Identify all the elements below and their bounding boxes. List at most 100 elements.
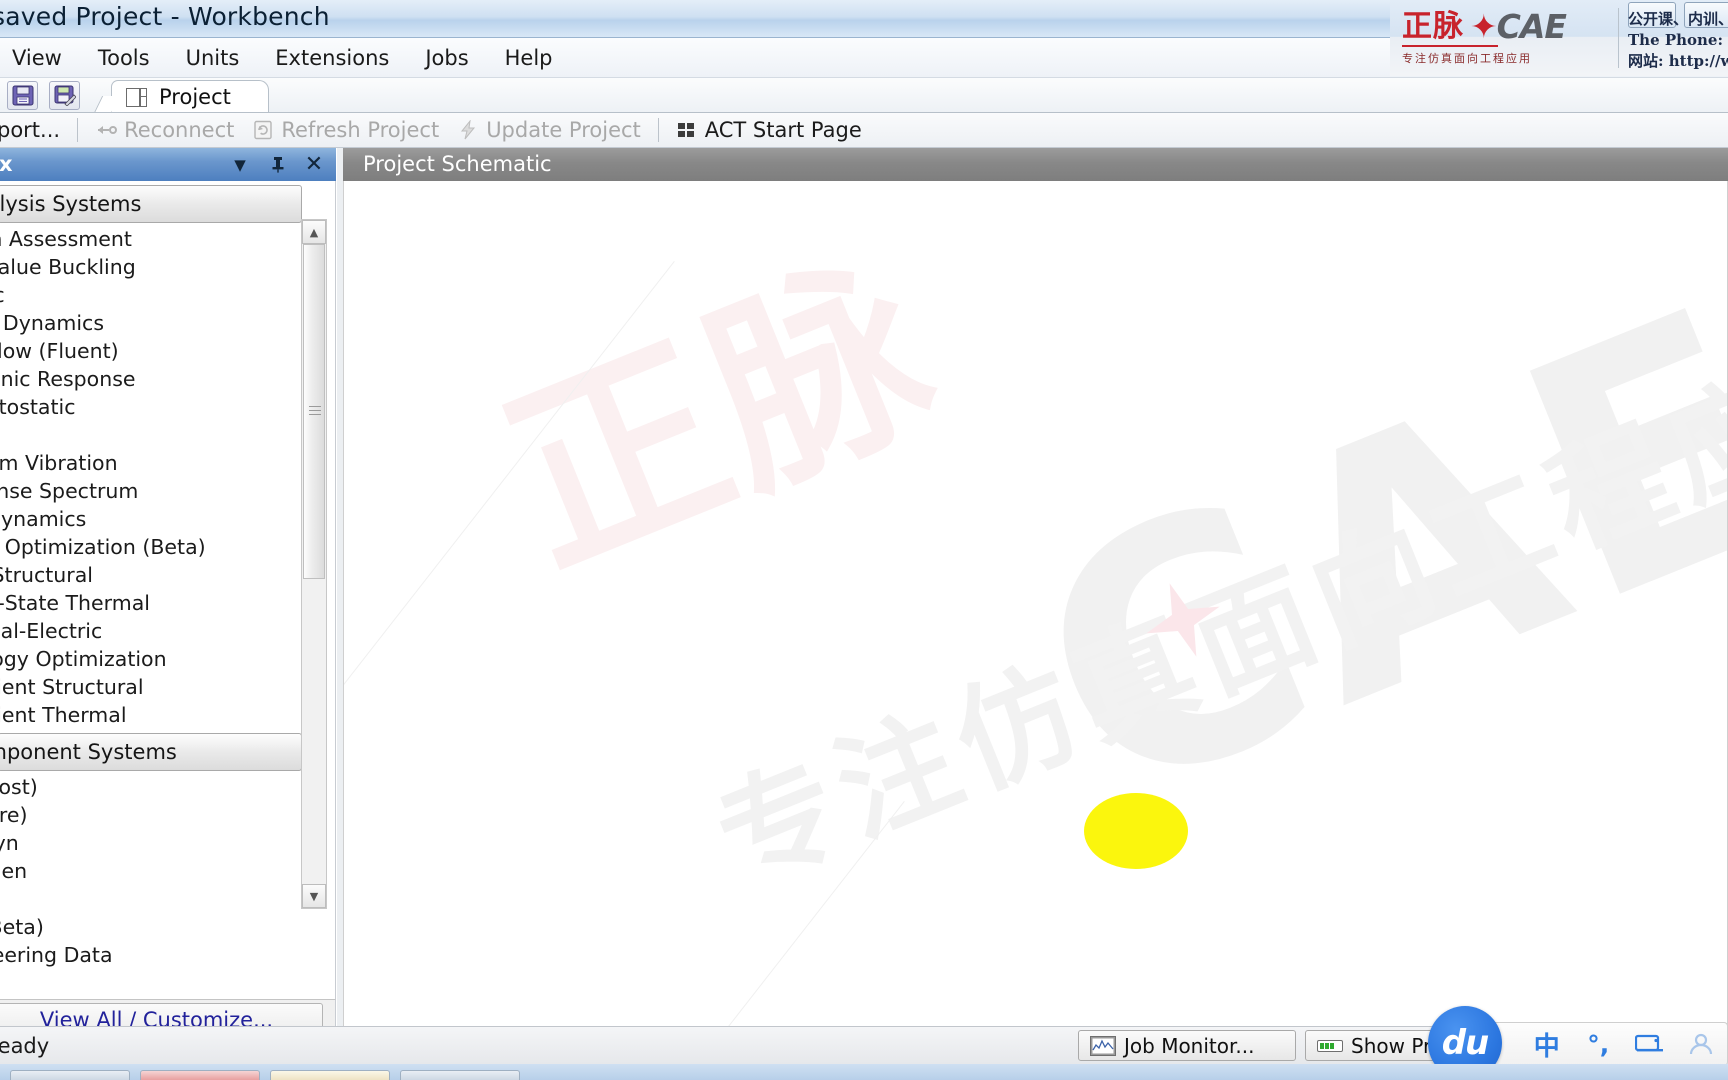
menu-extensions[interactable]: Extensions [257, 43, 407, 73]
menu-jobs[interactable]: Jobs [407, 43, 486, 73]
toolbox-item[interactable]: gnetostatic [0, 393, 300, 421]
toolbox-group-label: Component Systems [0, 740, 177, 764]
toolbox-item[interactable]: gineering Data [0, 941, 300, 969]
scrollbar-thumb[interactable] [303, 244, 325, 579]
toolbox-item-label: id Dynamics [0, 507, 87, 531]
toolbox-item[interactable]: tic Structural [0, 561, 300, 589]
ansys-workbench-window: saved Project - Workbench View Tools Uni… [0, 0, 1728, 1080]
user-icon [1690, 1033, 1713, 1055]
toolbox-item[interactable]: sign Assessment [0, 225, 300, 253]
toolbox-item[interactable]: id Flow (Fluent) [0, 337, 300, 365]
taskbar-item-2[interactable] [140, 1070, 260, 1080]
job-monitor-button[interactable]: Job Monitor... [1078, 1030, 1296, 1061]
contact-line-3: 网站: http://www. [1628, 52, 1728, 70]
refresh-icon [254, 120, 273, 140]
toolbar-act-start-page-button[interactable]: ACT Start Page [667, 115, 871, 146]
ime-user-button[interactable] [1676, 1024, 1727, 1064]
toolbar-reconnect-button[interactable]: Reconnect [86, 115, 243, 146]
toolbox-item[interactable]: pology Optimization [0, 645, 300, 673]
toolbox-item[interactable]: ansient Thermal [0, 701, 300, 729]
menu-help[interactable]: Help [487, 43, 571, 73]
toolbox-item[interactable]: dal [0, 421, 300, 449]
toolbar-update-project-button[interactable]: Update Project [448, 115, 650, 146]
lightning-icon [461, 120, 476, 140]
toolbox-item-label: pology Optimization [0, 647, 167, 671]
toolbox-item-label: P (Post) [0, 775, 38, 799]
save-button[interactable] [7, 81, 38, 110]
toolbox-item[interactable]: id Dynamics [0, 505, 300, 533]
toolbox-item[interactable]: ansient Structural [0, 673, 300, 701]
taskbar-item-3[interactable] [270, 1070, 390, 1080]
toolbox-item[interactable]: ermal-Electric [0, 617, 300, 645]
toolbox-panel: Toolbox ▼ ✕ Analysis Systems sign Assessm… [0, 148, 336, 1038]
scrollbar-grip [309, 405, 321, 418]
toolbox-item-label: gineering Data [0, 943, 113, 967]
toolbox-item[interactable]: P (Post) [0, 773, 300, 801]
toolbar-separator [77, 118, 79, 142]
project-schematic-panel: Project Schematic 正脉 CAE 专注仿真面向工程应用 [337, 148, 1728, 1038]
toolbox-item-label: sign Assessment [0, 227, 132, 251]
toolbox-item[interactable]: todyn [0, 829, 300, 857]
save-as-icon [54, 85, 76, 106]
ime-punctuation-button[interactable]: °, [1573, 1024, 1624, 1064]
save-floppy-icon [12, 85, 33, 106]
window-title: saved Project - Workbench [0, 2, 330, 31]
toolbox-scrollbar[interactable]: ▲ ▼ [301, 219, 327, 909]
chevron-down-icon[interactable]: ▼ [228, 153, 252, 176]
ime-soft-keyboard-button[interactable] [1624, 1024, 1675, 1064]
toolbox-title-bar: Toolbox ▼ ✕ [0, 148, 336, 181]
pin-icon[interactable] [266, 153, 290, 176]
toolbox-item[interactable]: ctric [0, 281, 300, 309]
schematic-canvas[interactable]: 正脉 CAE 专注仿真面向工程应用 [343, 181, 1728, 1038]
brand-tagline: 专注仿真面向工程应用 [1402, 52, 1532, 65]
toolbox-item[interactable]: rmonic Response [0, 365, 300, 393]
toolbox-item[interactable]: ady-State Thermal [0, 589, 300, 617]
tab-project[interactable]: Project [111, 80, 269, 113]
toolbar-refresh-project-button[interactable]: Refresh Project [243, 115, 448, 146]
contact-line-2: The Phone: 010- [1628, 31, 1728, 49]
toolbox-item[interactable]: sponse Spectrum [0, 477, 300, 505]
reconnect-icon [98, 126, 118, 134]
toolbox-item[interactable]: ndom Vibration [0, 449, 300, 477]
tab-strip: Project [0, 78, 1728, 113]
menu-units[interactable]: Units [168, 43, 258, 73]
tab-project-label: Project [159, 85, 231, 109]
toolbox-item[interactable]: ape Optimization (Beta) [0, 533, 300, 561]
schematic-title-label: Project Schematic [363, 152, 552, 176]
toolbox-item-label: X (Beta) [0, 915, 44, 939]
toolbox-group-header[interactable]: Component Systems [0, 733, 302, 771]
menu-view[interactable]: View [0, 43, 80, 73]
toolbox-item-label: sponse Spectrum [0, 479, 139, 503]
toolbox-item-label: licit Dynamics [0, 311, 105, 335]
scroll-up-arrow-icon[interactable]: ▲ [302, 220, 326, 244]
toolbox-item-label: ansient Structural [0, 675, 144, 699]
toolbox-item[interactable]: X (Beta) [0, 913, 300, 941]
toolbox-item-label: envalue Buckling [0, 255, 136, 279]
toolbox-item-label: ansient Thermal [0, 703, 127, 727]
taskbar-item-4[interactable] [400, 1070, 520, 1080]
ime-language-mode-button[interactable]: 中 [1521, 1024, 1572, 1064]
toolbox-item[interactable]: P (Pre) [0, 801, 300, 829]
save-as-button[interactable] [49, 81, 80, 110]
toolbox-item-label: ermal-Electric [0, 619, 103, 643]
scroll-down-arrow-icon[interactable]: ▼ [302, 884, 326, 908]
toolbox-item-label: todyn [0, 831, 19, 855]
schematic-title-bar: Project Schematic [343, 148, 1728, 181]
show-progress-label: Show Pr [1351, 1033, 1432, 1058]
close-icon[interactable]: ✕ [302, 153, 326, 176]
watermark-brand-cn: 正脉 [475, 220, 969, 610]
menu-tools[interactable]: Tools [80, 43, 168, 73]
toolbox-item-label: ndom Vibration [0, 451, 118, 475]
toolbox-item[interactable]: X [0, 885, 300, 913]
toolbar-import-button[interactable]: port... [0, 115, 69, 146]
toolbox-item[interactable]: envalue Buckling [0, 253, 300, 281]
progress-bar-icon [1317, 1039, 1343, 1052]
job-monitor-icon [1090, 1035, 1116, 1056]
toolbox-item[interactable]: licit Dynamics [0, 309, 300, 337]
brand-overlay: 正脉 ✦CAE 专注仿真面向工程应用 公开课、内训、项目合作 The Phone… [1390, 0, 1728, 76]
toolbox-item[interactable]: deGen [0, 857, 300, 885]
taskbar-item-1[interactable] [10, 1070, 130, 1080]
toolbox-group-header[interactable]: Analysis Systems [0, 185, 302, 223]
keyboard-icon [1634, 1034, 1663, 1052]
brand-logo: 正脉 ✦CAE 专注仿真面向工程应用 [1402, 10, 1612, 66]
